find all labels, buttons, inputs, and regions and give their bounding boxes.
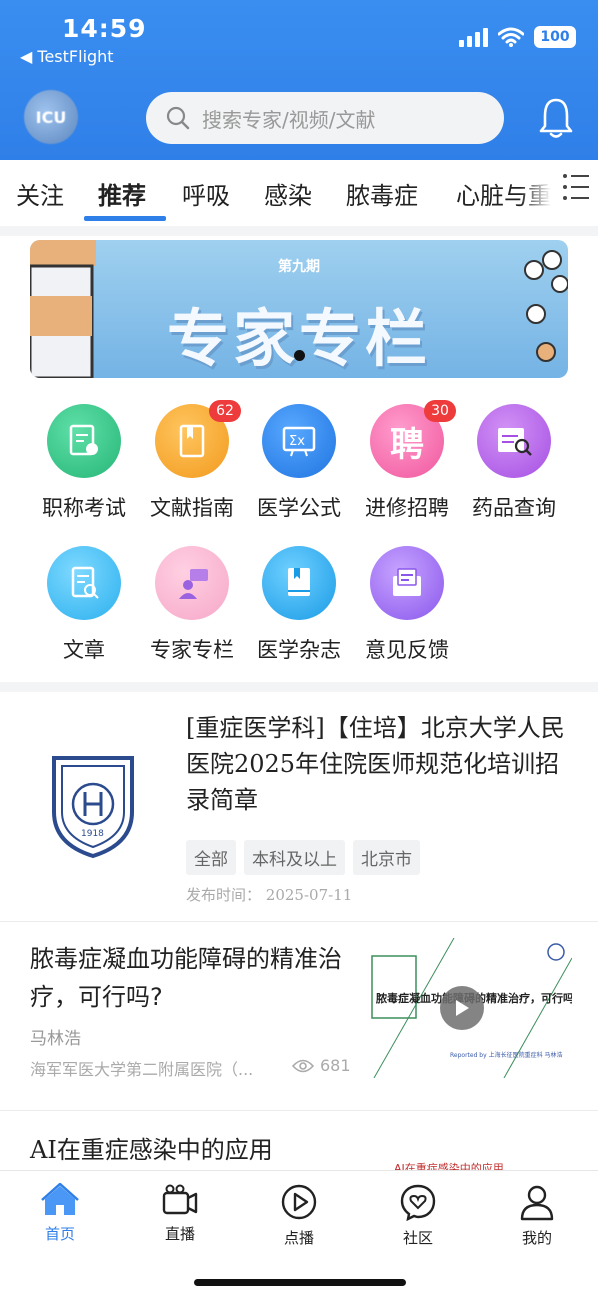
nav-community[interactable]: 社区 <box>378 1183 458 1248</box>
grid-label: 文章 <box>63 638 105 662</box>
grid-label: 进修招聘 <box>365 496 449 520</box>
tab-respiratory[interactable]: 呼吸 <box>182 176 230 211</box>
feedback-icon <box>370 546 444 620</box>
status-icons: 100 <box>459 26 576 48</box>
banner-issue: 第九期 <box>278 259 320 275</box>
date-value: 2025-07-11 <box>265 886 353 904</box>
home-icon <box>41 1182 79 1215</box>
app-header: 14:59 ◀ TestFlight 100 ICU 搜索专家/视频/文献 <box>0 0 598 160</box>
notification-bell-icon[interactable] <box>538 96 574 140</box>
live-camera-icon <box>162 1184 198 1215</box>
grid-item-title-exam[interactable]: 职称考试 <box>29 404 139 522</box>
tab-menu-icon[interactable] <box>562 172 590 202</box>
expert-column-banner[interactable]: 第九期 专家专栏 <box>30 240 568 378</box>
expert-icon <box>155 546 229 620</box>
section-divider <box>0 682 598 692</box>
tab-recommend[interactable]: 推荐 <box>98 176 146 211</box>
article-institution: 海军军医大学第二附属医院（... <box>30 1060 254 1079</box>
grid-label: 意见反馈 <box>365 638 449 662</box>
back-arrow-icon: ◀ <box>20 47 33 66</box>
carousel-indicator <box>294 350 305 361</box>
video-thumbnail[interactable]: 脓毒症凝血功能障碍的精准治疗，可行吗? Reported by 上海长征医院重症… <box>354 938 572 1078</box>
search-placeholder: 搜索专家/视频/文献 <box>202 107 376 132</box>
tab-infection[interactable]: 感染 <box>264 176 312 211</box>
view-count-value: 681 <box>320 1056 351 1075</box>
grid-label: 专家专栏 <box>150 638 234 662</box>
nav-label: 社区 <box>402 1229 433 1247</box>
grid-label: 医学公式 <box>257 496 341 520</box>
view-count: 681 <box>292 1056 351 1075</box>
play-icon[interactable] <box>440 986 484 1030</box>
job-publish-date: 发布时间： 2025-07-11 <box>186 884 352 905</box>
battery-indicator: 100 <box>534 26 576 48</box>
date-label: 发布时间： <box>186 886 262 904</box>
nav-label: 我的 <box>521 1229 552 1247</box>
eye-icon <box>292 1059 314 1072</box>
status-time: 14:59 <box>62 14 147 43</box>
play-circle-icon <box>281 1184 317 1220</box>
back-to-testflight[interactable]: ◀ TestFlight <box>20 47 114 66</box>
home-indicator[interactable] <box>194 1279 406 1286</box>
formula-icon: Σx <box>262 404 336 478</box>
list-divider <box>0 921 598 922</box>
grid-label: 职称考试 <box>42 496 126 520</box>
grid-item-medical-formula[interactable]: Σx 医学公式 <box>244 404 354 522</box>
list-divider <box>0 1110 598 1111</box>
nav-profile[interactable]: 我的 <box>497 1183 577 1248</box>
drug-search-icon <box>477 404 551 478</box>
avatar[interactable]: ICU <box>24 90 78 144</box>
search-input[interactable]: 搜索专家/视频/文献 <box>146 92 504 144</box>
article-title[interactable]: 脓毒症凝血功能障碍的精准治疗，可行吗? <box>30 940 350 1016</box>
search-icon <box>166 106 190 130</box>
grid-item-feedback[interactable]: 意见反馈 <box>352 546 462 664</box>
grid-label: 文献指南 <box>150 496 234 520</box>
grid-label: 医学杂志 <box>257 638 341 662</box>
grid-item-recruitment[interactable]: 聘 30 进修招聘 <box>352 400 462 522</box>
signal-icon <box>459 27 488 47</box>
nav-live[interactable]: 直播 <box>140 1183 220 1244</box>
nav-label: 首页 <box>44 1225 75 1243</box>
grid-item-expert-column[interactable]: 专家专栏 <box>137 546 247 664</box>
section-divider <box>0 226 598 236</box>
thumbnail-credit: Reported by 上海长征医院重症科 马林浩 <box>450 1052 563 1059</box>
grid-item-drug-query[interactable]: 药品查询 <box>459 404 569 522</box>
job-tags: 全部 本科及以上 北京市 <box>186 840 420 875</box>
nav-vod[interactable]: 点播 <box>259 1183 339 1248</box>
article-title[interactable]: AI在重症感染中的应用 <box>30 1130 273 1165</box>
literature-badge: 62 <box>209 400 241 422</box>
recruitment-badge: 30 <box>424 400 456 422</box>
nav-label: 点播 <box>283 1229 314 1247</box>
grid-label: 药品查询 <box>472 496 556 520</box>
back-app-label: TestFlight <box>37 47 114 66</box>
banner-title: 专家专栏 <box>166 302 431 375</box>
profile-icon <box>520 1185 554 1221</box>
category-tabs: 关注 推荐 呼吸 感染 脓毒症 心脏与重 <box>0 160 598 226</box>
job-tag: 全部 <box>186 840 236 875</box>
job-title: [重症医学科]【住培】北京大学人民医院2025年住院医师规范化培训招录简章 <box>186 714 565 814</box>
grid-item-literature-guide[interactable]: 62 文献指南 <box>137 400 247 522</box>
tab-sepsis[interactable]: 脓毒症 <box>346 176 418 211</box>
community-heart-icon <box>400 1184 436 1222</box>
job-tag: 北京市 <box>353 840 420 875</box>
article-icon <box>47 546 121 620</box>
job-tag: 本科及以上 <box>244 840 345 875</box>
tab-follow[interactable]: 关注 <box>16 176 64 211</box>
nav-label: 直播 <box>164 1225 195 1243</box>
grid-item-medical-journal[interactable]: 医学杂志 <box>244 546 354 664</box>
hospital-logo-icon: 1918 <box>52 756 134 859</box>
article-author: 马林浩 <box>30 1029 81 1049</box>
active-tab-indicator <box>84 216 166 221</box>
grid-item-article[interactable]: 文章 <box>29 546 139 664</box>
exam-icon <box>47 404 121 478</box>
wifi-icon <box>498 27 524 47</box>
logo-year: 1918 <box>81 829 104 839</box>
journal-icon <box>262 546 336 620</box>
svg-text:Σx: Σx <box>289 434 305 449</box>
nav-home[interactable]: 首页 <box>20 1182 100 1244</box>
